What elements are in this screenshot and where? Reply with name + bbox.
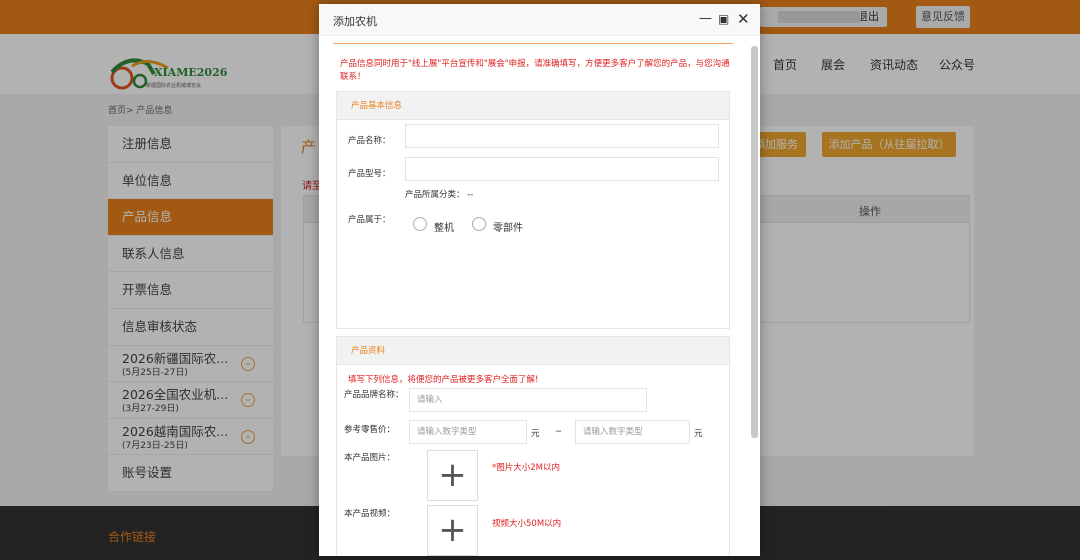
notice-text: 产品信息同时用于"线上展"平台宣传和"展会"申报，请准确填写，方便更多客户了解您… xyxy=(340,59,730,82)
product-model-input[interactable] xyxy=(405,157,719,181)
image-label: 本产品图片： xyxy=(344,453,396,463)
add-machine-dialog: 添加农机 — ▣ ✕ 产品信息同时用于"线上展"平台宣传和"展会"申报，请准确填… xyxy=(319,4,760,556)
radio-parts[interactable] xyxy=(472,217,486,231)
price-min-input[interactable]: 请输入数字类型 xyxy=(409,420,527,444)
price-range-separator: ~ xyxy=(555,427,563,437)
radio-parts-label: 零部件 xyxy=(493,223,523,234)
section-header: 产品基本信息 xyxy=(337,92,729,120)
image-size-hint: *图片大小2M以内 xyxy=(492,463,560,473)
price-max-input[interactable]: 请输入数字类型 xyxy=(575,420,690,444)
dialog-title: 添加农机 xyxy=(333,15,377,28)
price-unit: 元 xyxy=(531,429,540,439)
product-belongs-label: 产品属于： xyxy=(348,215,391,225)
divider xyxy=(333,43,733,44)
dialog-header: 添加农机 — ▣ ✕ xyxy=(319,4,760,36)
upload-video-plus-icon[interactable]: + xyxy=(427,505,478,556)
radio-whole-machine[interactable] xyxy=(413,217,427,231)
video-size-hint: 视频大小50M以内 xyxy=(492,519,562,529)
section-header: 产品资料 xyxy=(337,337,729,365)
material-hint: 填写下列信息，将便您的产品被更多客户全面了解! xyxy=(348,375,539,385)
price-label: 参考零售价： xyxy=(344,425,396,435)
price-unit: 元 xyxy=(694,429,703,439)
basic-info-section: 产品基本信息 产品名称： 产品型号： 产品所属分类： -- 产品属于： 整机 零… xyxy=(336,91,730,329)
brand-input[interactable]: 请输入 xyxy=(409,388,647,412)
product-model-label: 产品型号： xyxy=(348,169,391,179)
scrollbar[interactable] xyxy=(751,46,758,438)
product-name-label: 产品名称： xyxy=(348,136,391,146)
category-value: -- xyxy=(467,190,474,200)
radio-whole-label: 整机 xyxy=(434,223,454,234)
maximize-icon[interactable]: ▣ xyxy=(718,11,729,27)
minimize-icon[interactable]: — xyxy=(699,11,712,27)
video-label: 本产品视频： xyxy=(344,509,396,519)
close-icon[interactable]: ✕ xyxy=(737,11,750,27)
upload-image-plus-icon[interactable]: + xyxy=(427,450,478,501)
brand-label: 产品品牌名称： xyxy=(344,390,404,400)
product-name-input[interactable] xyxy=(405,124,719,148)
material-section: 产品资料 填写下列信息，将便您的产品被更多客户全面了解! 产品品牌名称： 请输入… xyxy=(336,336,730,556)
category-label: 产品所属分类： -- xyxy=(405,190,474,200)
